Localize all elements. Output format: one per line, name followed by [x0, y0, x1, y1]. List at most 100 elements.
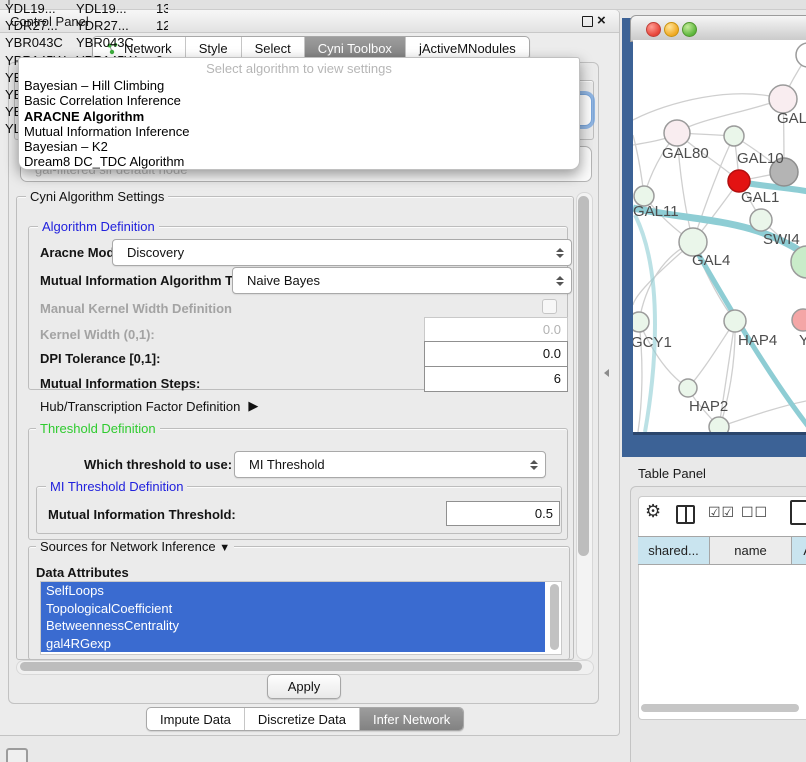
expand-right-icon: ▶ [248, 398, 258, 414]
data-attributes-label: Data Attributes [36, 565, 129, 580]
stepper-arrows-icon [529, 460, 538, 470]
select-all-columns-icon[interactable]: ☑☑ [708, 504, 735, 521]
table-panel-body [638, 496, 806, 720]
hub-definition-toggle[interactable]: Hub/Transcription Factor Definition ▶ [40, 398, 258, 414]
tab-impute-data[interactable]: Impute Data [147, 708, 244, 730]
threshold-definition-title: Threshold Definition [36, 422, 160, 435]
node-gal-partial[interactable] [769, 85, 797, 113]
tab-cyni-toolbox[interactable]: Cyni Toolbox [304, 37, 405, 59]
dpi-tolerance-label: DPI Tolerance [0,1]: [40, 351, 160, 366]
node-label: GAL80 [662, 145, 709, 162]
tab-jactivemnodules[interactable]: jActiveMNodules [405, 37, 529, 59]
list-item[interactable]: gal4RGexp [41, 635, 545, 653]
aracne-mode-value: Discovery [127, 245, 555, 260]
column-header-shared-name[interactable]: shared... [638, 536, 710, 565]
settings-horizontal-scrollbar-thumb[interactable] [20, 662, 582, 671]
node-swi4[interactable] [750, 209, 772, 231]
splitpane-collapse-icon[interactable] [604, 369, 609, 377]
table-row[interactable]: YBR043CYBR043C [0, 34, 168, 51]
aracne-mode-combobox[interactable]: Discovery [112, 239, 572, 266]
table-panel-title: Table Panel [638, 466, 706, 481]
which-threshold-value: MI Threshold [249, 457, 529, 472]
node-label: GAL10 [737, 150, 784, 167]
node-gal10[interactable] [724, 126, 744, 146]
mi-steps-label: Mutual Information Steps: [40, 376, 200, 391]
settings-vertical-scrollbar-thumb[interactable] [578, 196, 589, 556]
tab-discretize-data[interactable]: Discretize Data [244, 708, 359, 730]
node-label: GAL1 [741, 189, 779, 206]
kernel-width-label: Kernel Width (0,1): [40, 327, 155, 342]
network-view-canvas[interactable]: GAL GAL80 GAL10 GAL1 GAL11 SWI4 GAL4 GCY… [633, 40, 806, 432]
node-gcy1[interactable] [633, 312, 649, 332]
node-label: Y [799, 332, 806, 349]
table-row[interactable]: YDL19...YDL19...13 [0, 0, 168, 17]
sources-toggle[interactable]: Sources for Network Inference ▼ [36, 540, 234, 555]
algorithm-definition-title: Algorithm Definition [38, 220, 159, 233]
hub-definition-label: Hub/Transcription Factor Definition [40, 399, 240, 414]
mi-type-label: Mutual Information Algorithm Type: [40, 273, 259, 288]
column-layout-icon[interactable] [676, 505, 695, 524]
list-scrollbar-thumb[interactable] [550, 584, 559, 650]
deselect-all-columns-icon[interactable]: ☐☐ [741, 504, 768, 521]
node[interactable] [796, 43, 806, 67]
list-item[interactable]: SelfLoops [41, 582, 545, 600]
tab-style[interactable]: Style [185, 37, 241, 59]
list-item[interactable]: TopologicalCoefficient [41, 600, 545, 618]
manual-kernel-checkbox[interactable] [542, 299, 557, 314]
column-header-partial[interactable]: A [792, 536, 806, 565]
node-gal80[interactable] [664, 120, 690, 146]
stepper-arrows-icon [555, 248, 564, 258]
new-table-icon[interactable] [790, 500, 806, 525]
node-hap4[interactable] [724, 310, 746, 332]
algorithm-option[interactable]: Bayesian – K2 [19, 139, 579, 154]
node-large-green[interactable] [791, 246, 806, 278]
mi-threshold-field[interactable]: 0.5 [446, 501, 560, 526]
column-header-name[interactable]: name [710, 536, 792, 565]
which-threshold-combobox[interactable]: MI Threshold [234, 451, 546, 478]
node-salmon[interactable] [792, 309, 806, 331]
kernel-width-field[interactable]: 0.0 [424, 317, 568, 343]
algorithm-option[interactable]: Dream8 DC_TDC Algorithm [19, 154, 579, 169]
close-icon[interactable]: × [597, 12, 606, 29]
close-traffic-light-icon[interactable] [646, 22, 661, 37]
node-label: GCY1 [633, 334, 672, 351]
cyni-algorithm-settings-title: Cyni Algorithm Settings [26, 190, 168, 203]
float-window-icon[interactable] [582, 16, 593, 27]
tab-infer-network[interactable]: Infer Network [359, 708, 463, 730]
node-hap2[interactable] [679, 379, 697, 397]
node-label: HAP2 [689, 398, 728, 415]
mi-type-combobox[interactable]: Naive Bayes [232, 267, 572, 294]
apply-button[interactable]: Apply [267, 674, 341, 699]
node[interactable] [709, 417, 729, 432]
node-label: GAL11 [633, 203, 679, 220]
which-threshold-label: Which threshold to use: [84, 457, 232, 472]
mi-threshold-title: MI Threshold Definition [46, 480, 187, 493]
zoom-traffic-light-icon[interactable] [682, 22, 697, 37]
node-label: HAP4 [738, 332, 777, 349]
algorithm-option[interactable]: Mutual Information Inference [19, 124, 579, 139]
list-item[interactable]: BetweennessCentrality [41, 617, 545, 635]
docked-panel-icon[interactable] [6, 748, 28, 762]
node-label: GAL4 [692, 252, 730, 269]
table-row[interactable]: YDR27...YDR27...12 [0, 17, 168, 34]
algorithm-dropdown-placeholder: Select algorithm to view settings [19, 58, 579, 78]
algorithm-option-highlighted[interactable]: ARACNE Algorithm [19, 109, 579, 124]
frame-shadow [633, 432, 806, 435]
dpi-tolerance-field[interactable]: 0.0 [424, 341, 568, 367]
tab-select[interactable]: Select [241, 37, 304, 59]
mi-steps-field[interactable]: 6 [424, 366, 568, 392]
table-horizontal-scrollbar[interactable] [641, 704, 799, 712]
network-window-titlebar[interactable] [630, 15, 806, 42]
mi-threshold-label: Mutual Information Threshold: [48, 507, 236, 522]
algorithm-option[interactable]: Basic Correlation Inference [19, 93, 579, 108]
node-label: GAL [777, 110, 806, 127]
data-attributes-list[interactable]: SelfLoops TopologicalCoefficient Between… [40, 581, 562, 655]
algorithm-option[interactable]: Bayesian – Hill Climbing [19, 78, 579, 93]
cyni-bottom-tabs: Impute Data Discretize Data Infer Networ… [146, 707, 464, 731]
manual-kernel-label: Manual Kernel Width Definition [40, 301, 232, 316]
mi-type-value: Naive Bayes [247, 273, 555, 288]
algorithm-dropdown-popup: Select algorithm to view settings Bayesi… [18, 57, 580, 170]
sources-title: Sources for Network Inference [40, 539, 216, 554]
minimize-traffic-light-icon[interactable] [664, 22, 679, 37]
gear-icon[interactable]: ⚙ [645, 501, 661, 522]
